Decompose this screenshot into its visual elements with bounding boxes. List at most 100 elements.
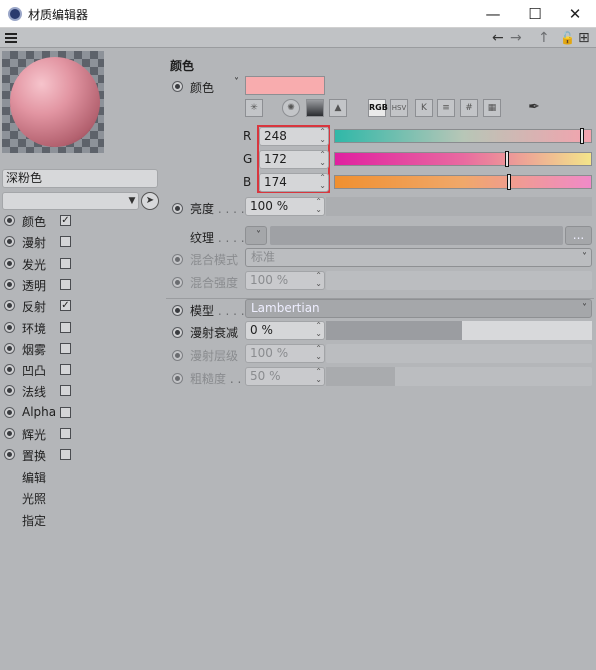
channel-checkbox[interactable]: ✓: [60, 215, 71, 226]
channel-item[interactable]: 置换: [0, 444, 160, 465]
texture-slot[interactable]: [270, 226, 563, 245]
channel-checkbox[interactable]: [60, 257, 71, 269]
channel-radio[interactable]: [4, 215, 15, 226]
channel-label: Alpha: [22, 404, 57, 419]
channel-item[interactable]: 环境: [0, 317, 160, 338]
color-wheel-icon[interactable]: ✺: [282, 99, 300, 117]
hsv-mode-button[interactable]: HSV: [390, 99, 408, 117]
channel-item[interactable]: 烟雾: [0, 338, 160, 359]
channel-item[interactable]: 漫射: [0, 231, 160, 252]
illumination-item[interactable]: 光照: [22, 490, 46, 507]
channel-radio[interactable]: [4, 257, 15, 269]
rgb-slider[interactable]: [334, 151, 592, 167]
channel-item[interactable]: 透明: [0, 274, 160, 295]
brightness-field[interactable]: 100 % ⌃ ⌄: [245, 197, 325, 216]
material-preview[interactable]: [2, 51, 104, 153]
swatches-mode-button[interactable]: ▦: [483, 99, 501, 117]
kelvin-mode-button[interactable]: K: [415, 99, 433, 117]
channel-radio[interactable]: [4, 449, 15, 461]
texture-menu-button[interactable]: ˅: [245, 226, 267, 245]
channel-label: 环境: [22, 321, 47, 336]
channel-item[interactable]: 颜色 ✓: [0, 210, 160, 231]
chevron-down-icon[interactable]: ▼: [126, 193, 138, 209]
channel-checkbox[interactable]: [60, 428, 71, 439]
diffuse-falloff-field[interactable]: 0 % ⌃ ⌄: [245, 321, 325, 340]
channel-radio[interactable]: [4, 342, 15, 354]
channel-item[interactable]: Alpha: [0, 402, 160, 423]
new-window-icon[interactable]: ⊞: [578, 29, 590, 47]
roughness-slider: [326, 367, 592, 386]
diffuse-falloff-slider[interactable]: [326, 321, 592, 340]
channel-label: 漫射: [22, 236, 47, 251]
model-anim-radio[interactable]: [172, 305, 183, 316]
channel-checkbox[interactable]: [60, 449, 71, 461]
channel-radio[interactable]: [4, 321, 15, 333]
channel-checkbox[interactable]: [60, 342, 71, 354]
brightness-slider[interactable]: [326, 197, 592, 216]
channel-sidebar: 深粉色 ▼ ➤ 颜色 ✓ 漫射发光 透明 反射 ✓ 环境烟雾凹凸法线 Alpha 辉光 置换 编辑…: [0, 48, 160, 670]
channel-checkbox[interactable]: [60, 236, 71, 248]
close-button[interactable]: ✕: [560, 3, 590, 25]
color-anim-radio[interactable]: [172, 81, 183, 92]
slider-thumb[interactable]: [506, 174, 511, 190]
rgb-mode-button[interactable]: RGB: [368, 99, 388, 117]
spectrum-icon[interactable]: [306, 99, 324, 117]
channel-label: 凹凸: [22, 364, 47, 379]
channel-checkbox[interactable]: [60, 406, 71, 418]
blend-strength-radio: [172, 277, 183, 288]
channel-radio[interactable]: [4, 428, 15, 439]
slider-thumb[interactable]: [505, 151, 510, 167]
hamburger-icon[interactable]: [5, 33, 17, 43]
channel-label: 烟雾: [22, 342, 47, 357]
channel-item[interactable]: 辉光: [0, 423, 160, 444]
brightness-anim-radio[interactable]: [172, 203, 183, 214]
maximize-button[interactable]: ☐: [520, 3, 550, 25]
slider-thumb[interactable]: [580, 128, 585, 144]
channel-radio[interactable]: [4, 300, 15, 312]
channel-item[interactable]: 凹凸: [0, 359, 160, 380]
assign-item[interactable]: 指定: [22, 512, 46, 529]
channel-checkbox[interactable]: ✓: [60, 300, 71, 312]
channel-checkbox[interactable]: [60, 385, 71, 397]
channel-item[interactable]: 发光: [0, 253, 160, 274]
material-combo[interactable]: ▼: [2, 192, 139, 210]
material-name-field[interactable]: 深粉色: [2, 169, 158, 188]
hex-mode-button[interactable]: #: [460, 99, 478, 117]
app-icon: [8, 7, 22, 21]
model-dropdown[interactable]: Lambertian ˅: [245, 299, 592, 318]
back-arrow-icon[interactable]: ←: [492, 29, 504, 47]
channel-radio[interactable]: [4, 278, 15, 290]
forward-arrow-icon[interactable]: →: [510, 29, 522, 47]
minimize-button[interactable]: —: [478, 3, 508, 25]
channel-radio[interactable]: [4, 364, 15, 376]
diffuse-falloff-radio[interactable]: [172, 327, 183, 338]
image-picker-icon[interactable]: ▲: [329, 99, 347, 117]
rgb-slider[interactable]: [334, 128, 592, 144]
channel-radio[interactable]: [4, 406, 15, 418]
lock-icon[interactable]: 🔓: [560, 29, 575, 47]
rgb-slider[interactable]: [334, 174, 592, 190]
channel-item[interactable]: 法线: [0, 380, 160, 401]
blend-strength-field: 100 % ⌃ ⌄: [245, 271, 325, 290]
channel-label: 法线: [22, 385, 47, 400]
brightness-slider-fill: [326, 197, 592, 216]
texture-browse-button[interactable]: ...: [565, 226, 592, 245]
rgb-value-field[interactable]: 172 ⌃ ⌄: [259, 150, 329, 169]
rgb-value-field[interactable]: 248 ⌃ ⌄: [259, 127, 329, 146]
roughness-label: 粗糙度 . . .: [190, 372, 249, 386]
channel-radio[interactable]: [4, 236, 15, 248]
eyedropper-icon[interactable]: ✒: [525, 99, 543, 117]
edit-item[interactable]: 编辑: [22, 469, 46, 486]
channel-checkbox[interactable]: [60, 321, 71, 333]
channel-radio[interactable]: [4, 385, 15, 397]
mixer-mode-button[interactable]: ≡: [437, 99, 455, 117]
up-arrow-icon[interactable]: ↑: [538, 29, 550, 47]
channel-checkbox[interactable]: [60, 278, 71, 290]
pick-target-icon[interactable]: ➤: [141, 192, 159, 210]
texture-tool-icon[interactable]: ✳: [245, 99, 263, 117]
rgb-value-field[interactable]: 174 ⌃ ⌄: [259, 173, 329, 192]
channel-checkbox[interactable]: [60, 364, 71, 376]
color-swatch[interactable]: [245, 76, 325, 95]
channel-item[interactable]: 反射 ✓: [0, 295, 160, 316]
expand-arrow-icon[interactable]: ˅: [234, 77, 239, 88]
